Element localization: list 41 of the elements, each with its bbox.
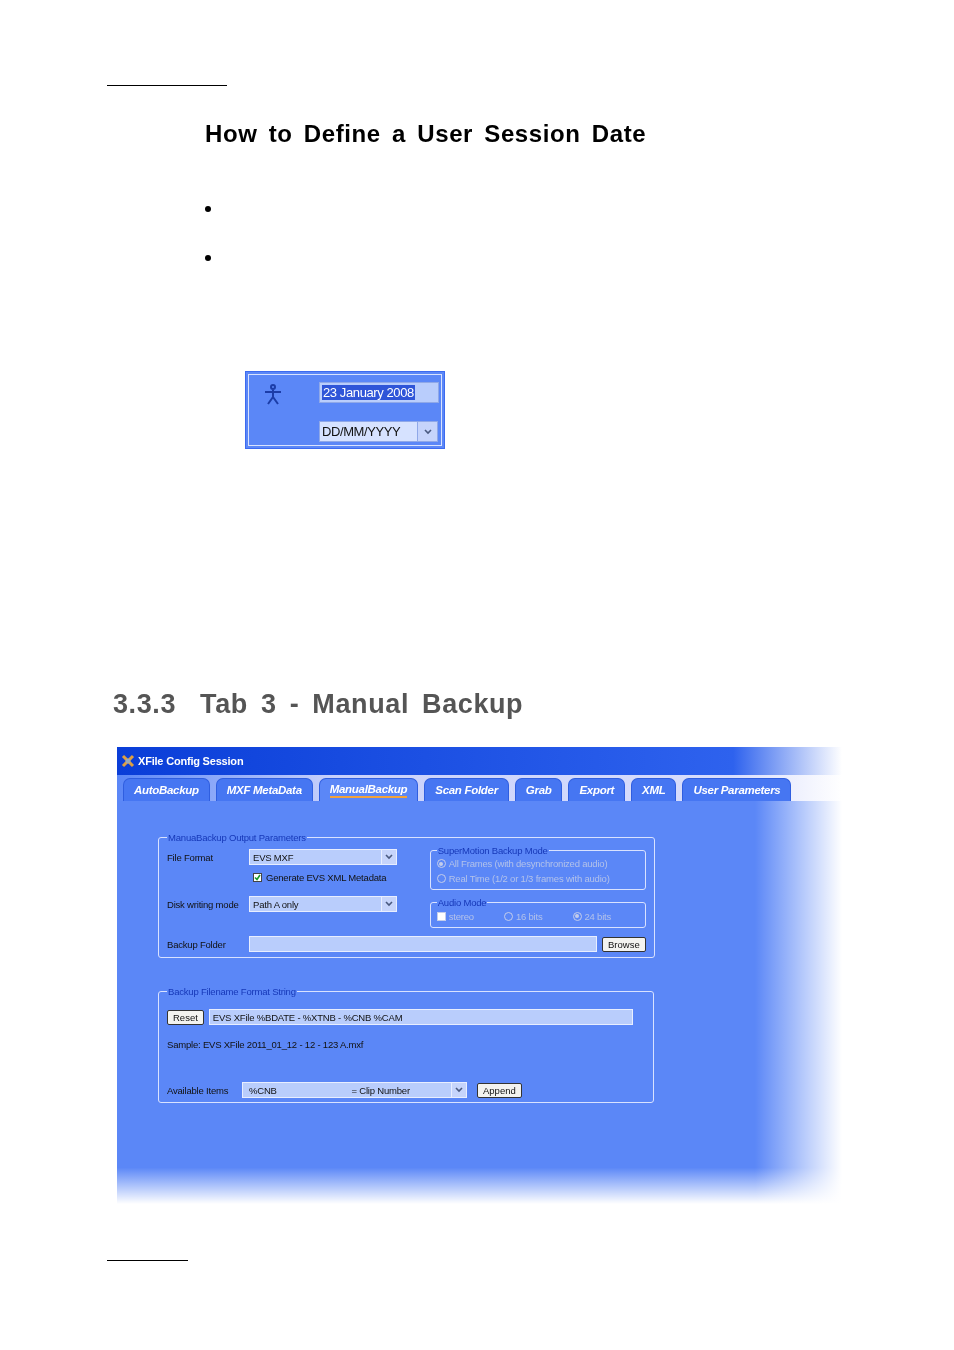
sample-text: Sample: EVS XFile 2011_01_12 - 12 - 123 A.mxf xyxy=(167,1039,365,1050)
radio-label: Real Time (1/2 or 1/3 frames with audio) xyxy=(448,873,610,884)
available-items-dropdown[interactable]: %CNB = Clip Number xyxy=(242,1082,467,1098)
group-title: SuperMotion Backup Mode xyxy=(436,845,549,856)
file-format-dropdown[interactable]: EVS MXF xyxy=(249,849,397,865)
app-icon xyxy=(121,754,135,768)
field-label: Backup Folder xyxy=(167,938,227,950)
radio-label: 16 bits xyxy=(515,910,543,922)
tab[interactable]: Export xyxy=(568,778,626,801)
tab[interactable]: AutoBackup xyxy=(123,778,210,801)
tab[interactable]: XML xyxy=(631,778,677,801)
window-title: XFile Config Session xyxy=(138,755,244,767)
tab[interactable]: Scan Folder xyxy=(424,778,509,801)
backup-folder-field[interactable] xyxy=(249,936,597,952)
group-title: Backup Filename Format String xyxy=(167,986,297,997)
append-button[interactable]: Append xyxy=(477,1082,522,1098)
browse-button[interactable]: Browse xyxy=(602,936,646,952)
radio-label: All Frames (with desynchronized audio) xyxy=(448,858,608,869)
group-title: ManuaBackup Output Parameters xyxy=(167,832,307,843)
section-heading: Tab 3 - Manual Backup xyxy=(200,689,524,720)
date-field[interactable]: 23 January 2008 xyxy=(319,382,439,403)
reset-button[interactable]: Reset xyxy=(167,1009,204,1025)
format-string-field[interactable]: EVS XFile %BDATE - %XTNB - %CNB %CAM xyxy=(208,1009,633,1025)
disk-mode-dropdown[interactable]: Path A only xyxy=(249,896,397,912)
page-heading: How to Define a User Session Date xyxy=(205,120,648,148)
checkbox-label: stereo xyxy=(448,910,474,922)
tab[interactable]: ManualBackup xyxy=(318,778,419,801)
section-number: 3.3.3 xyxy=(113,689,177,720)
bullet-icon xyxy=(205,206,211,212)
person-icon xyxy=(263,384,283,406)
checkbox[interactable] xyxy=(253,873,262,882)
tab[interactable]: MXF MetaData xyxy=(215,778,313,801)
radio-label: 24 bits xyxy=(584,910,612,922)
group-title: Audio Mode xyxy=(436,897,488,908)
field-label: File Format xyxy=(167,851,214,863)
field-label: Disk writing mode xyxy=(167,898,240,910)
tab[interactable]: User Parameters xyxy=(682,778,792,801)
field-label: Available Items xyxy=(167,1084,230,1096)
tab[interactable]: Grab xyxy=(514,778,563,801)
checkbox-label: Generate EVS XML Metadata xyxy=(266,872,387,883)
bullet-icon xyxy=(205,255,211,261)
